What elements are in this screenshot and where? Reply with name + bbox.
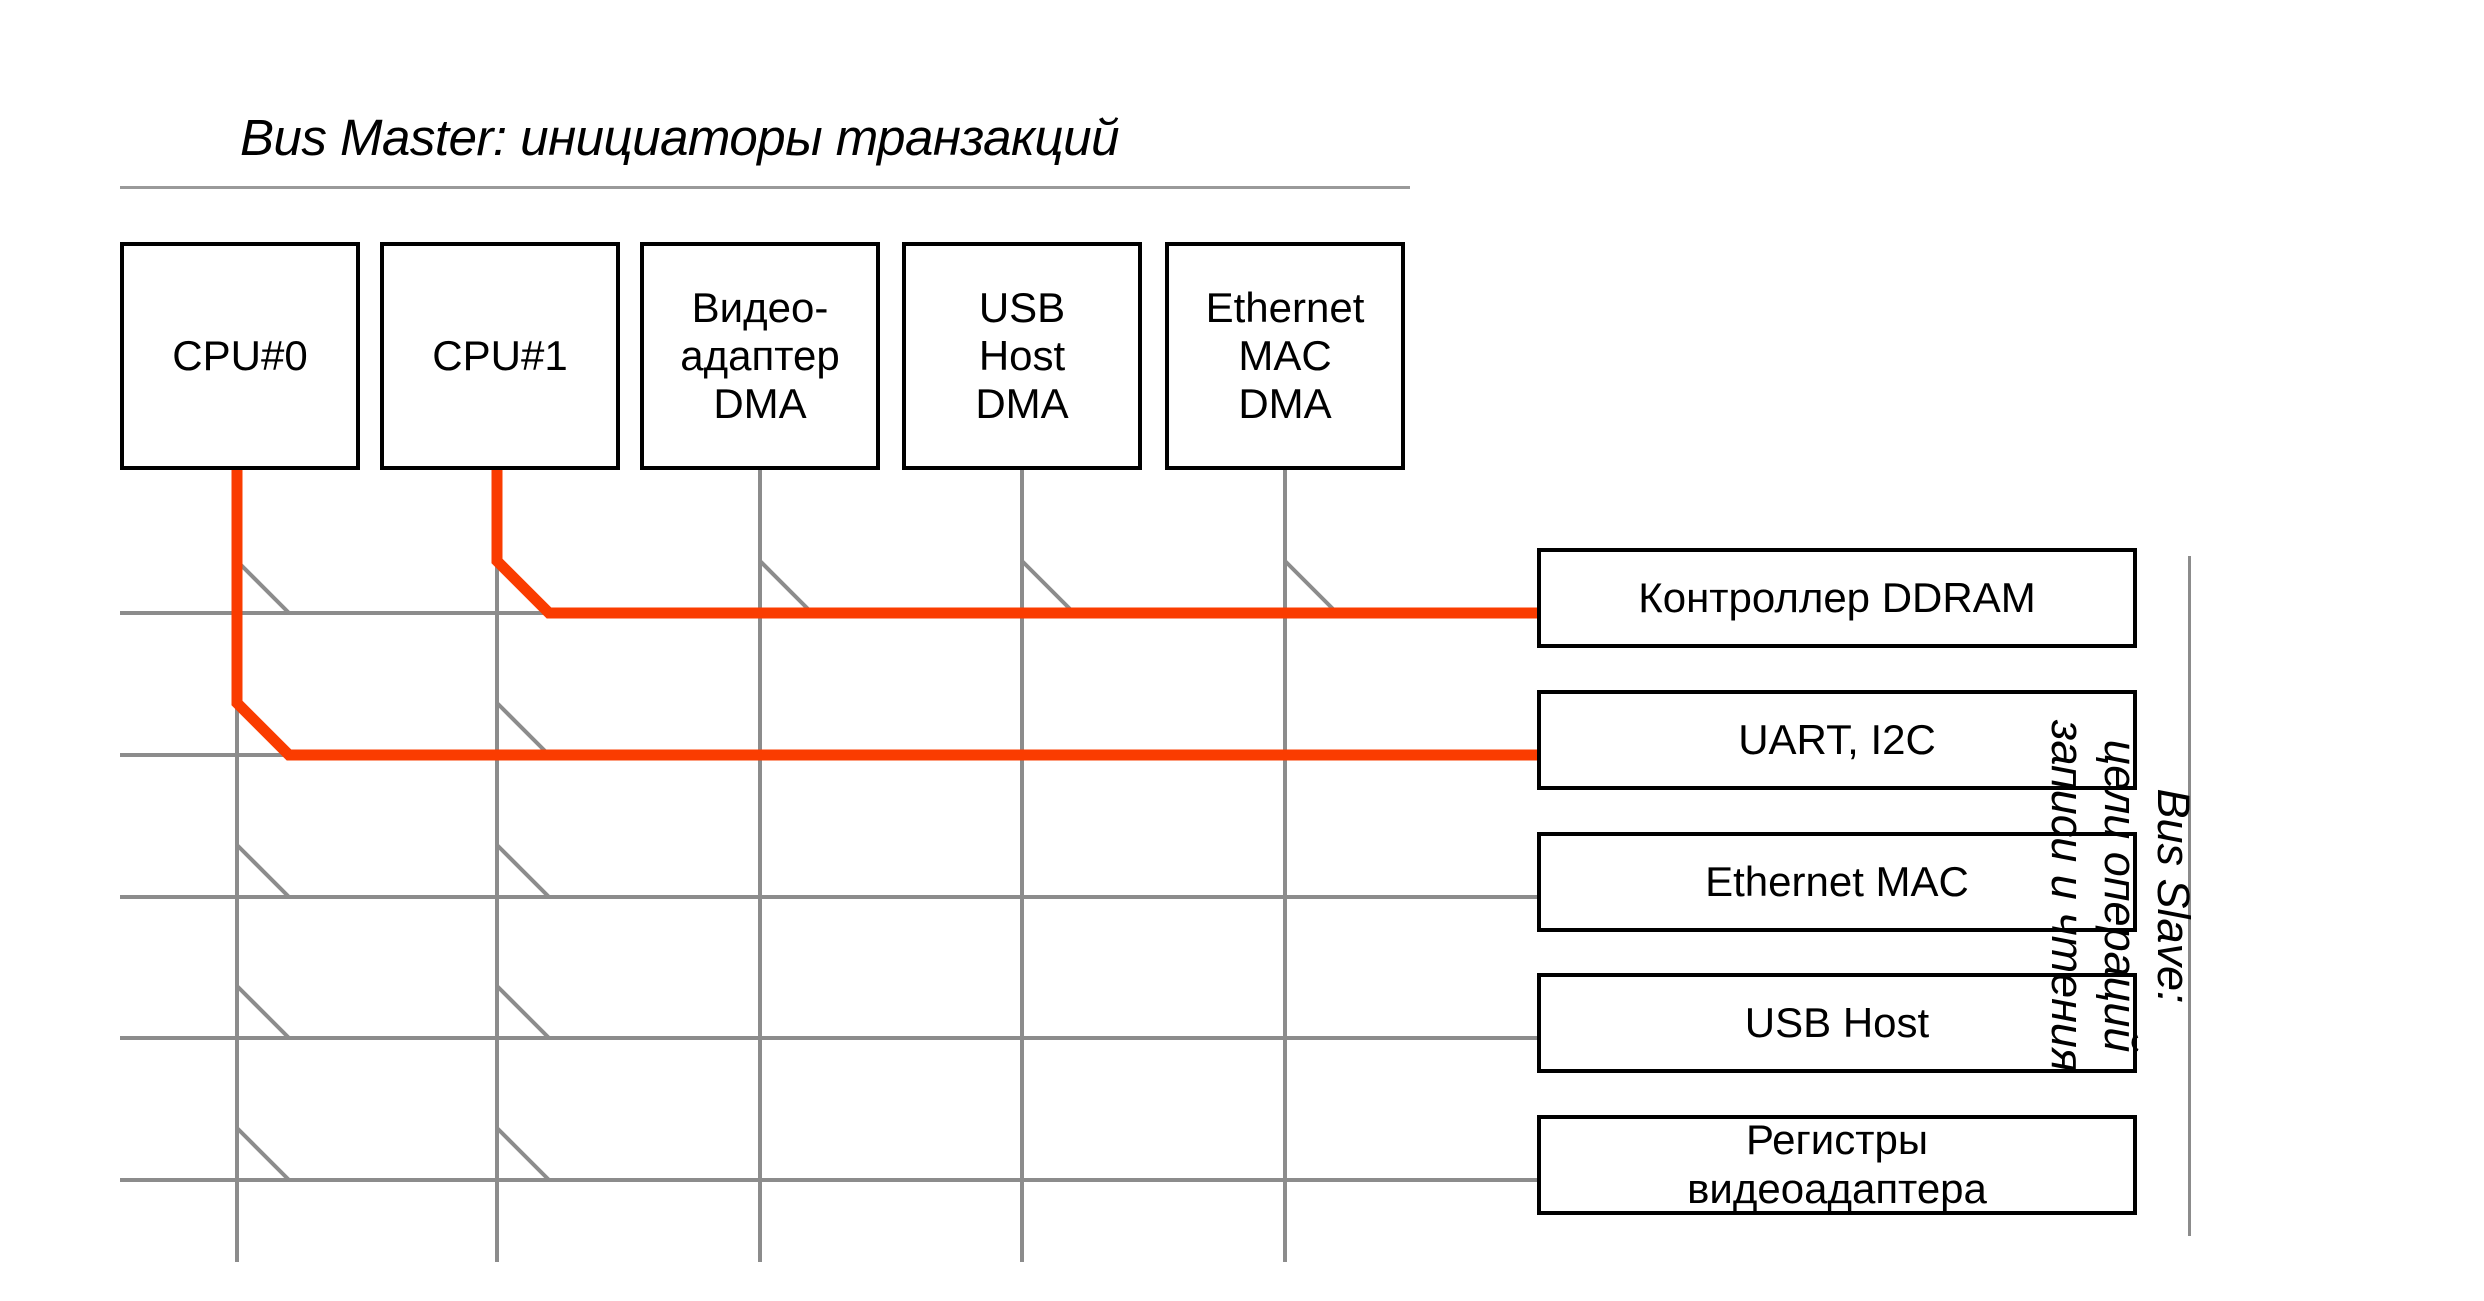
master-box-usb_dma[interactable]: USB Host DMA xyxy=(902,242,1142,470)
master-box-eth_dma[interactable]: Ethernet MAC DMA xyxy=(1165,242,1405,470)
slave-box-usb_host[interactable]: USB Host xyxy=(1537,973,2137,1073)
crossbar-wiring xyxy=(120,470,1537,1262)
junction-stub-cpu0-usb_host xyxy=(235,984,291,1040)
master-label-cpu0: CPU#0 xyxy=(172,332,308,380)
junction-stub-cpu1-video_regs xyxy=(495,1126,551,1182)
junction-stub-cpu0-ddram xyxy=(235,559,291,615)
master-label-video_dma: Видео- адаптер DMA xyxy=(680,284,840,427)
master-box-cpu0[interactable]: CPU#0 xyxy=(120,242,360,470)
slave-label-uart_i2c: UART, I2C xyxy=(1738,715,1936,763)
junction-stub-cpu1-eth_mac xyxy=(495,843,551,899)
junction-stub-cpu0-eth_mac xyxy=(235,843,291,899)
slave-box-eth_mac[interactable]: Ethernet MAC xyxy=(1537,832,2137,932)
slave-label-ddram: Контроллер DDRAM xyxy=(1638,573,2036,621)
master-label-eth_dma: Ethernet MAC DMA xyxy=(1205,284,1365,427)
master-box-video_dma[interactable]: Видео- адаптер DMA xyxy=(640,242,880,470)
junction-stub-cpu0-video_regs xyxy=(235,1126,291,1182)
junction-stub-eth_dma-ddram xyxy=(1283,559,1339,615)
junction-stub-cpu1-usb_host xyxy=(495,984,551,1040)
active-route-cpu1-to-ddram xyxy=(491,470,1537,619)
master-box-cpu1[interactable]: CPU#1 xyxy=(380,242,620,470)
junction-stub-usb_dma-ddram xyxy=(1020,559,1076,615)
slave-box-uart_i2c[interactable]: UART, I2C xyxy=(1537,690,2137,790)
slide-canvas: Bus Master: инициаторы транзакций CPU#0 C… xyxy=(0,0,2484,1301)
junction-stub-video_dma-ddram xyxy=(758,559,814,615)
slave-label-usb_host: USB Host xyxy=(1744,998,1930,1046)
slave-caption-divider xyxy=(2188,556,2191,1236)
junction-stub-cpu1-uart_i2c xyxy=(495,701,551,757)
slave-box-ddram[interactable]: Контроллер DDRAM xyxy=(1537,548,2137,648)
slave-box-video_regs[interactable]: Регистры видеоадаптера xyxy=(1537,1115,2137,1215)
master-label-usb_dma: USB Host DMA xyxy=(975,284,1069,427)
master-label-cpu1: CPU#1 xyxy=(432,332,568,380)
slave-label-eth_mac: Ethernet MAC xyxy=(1705,857,1969,905)
slave-label-video_regs: Регистры видеоадаптера xyxy=(1687,1116,1987,1212)
